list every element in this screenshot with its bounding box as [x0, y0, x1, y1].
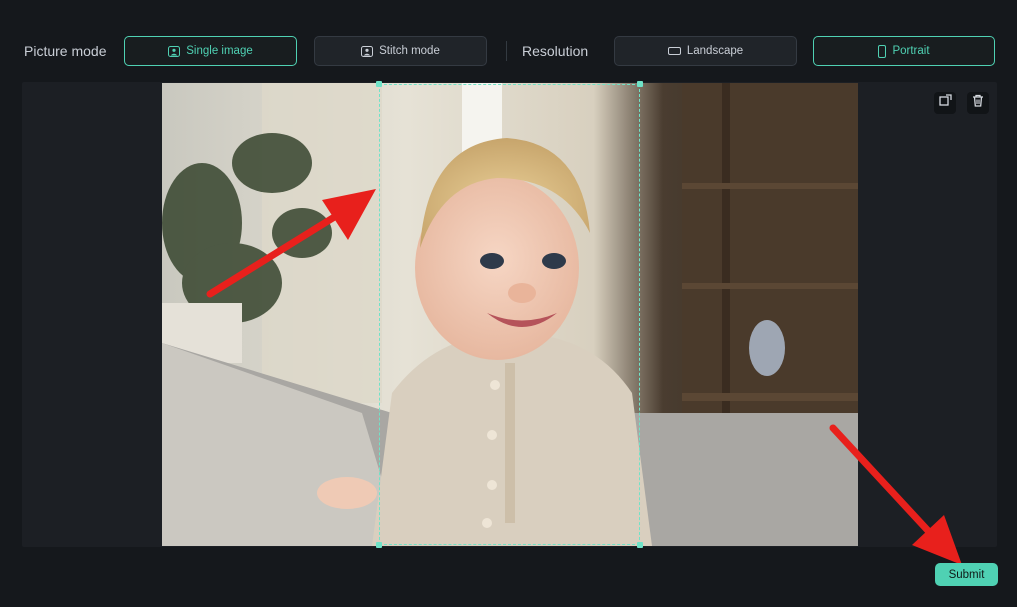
- delete-image-button[interactable]: [967, 92, 989, 114]
- replace-image-button[interactable]: [934, 92, 956, 114]
- trash-icon: [972, 94, 984, 112]
- toolbar-divider: [506, 41, 507, 61]
- crop-handle-top-right[interactable]: [637, 81, 643, 87]
- stitch-mode-label: Stitch mode: [379, 45, 440, 57]
- image-icon: [168, 45, 181, 57]
- single-image-label: Single image: [186, 45, 253, 57]
- submit-button[interactable]: Submit: [935, 563, 998, 586]
- crop-handle-bottom-left[interactable]: [376, 542, 382, 548]
- picture-mode-label: Picture mode: [24, 43, 107, 59]
- stitch-icon: [361, 45, 374, 57]
- landscape-button[interactable]: Landscape: [614, 36, 797, 66]
- single-image-button[interactable]: Single image: [124, 36, 297, 66]
- crop-selection-box[interactable]: [379, 84, 640, 545]
- landscape-label: Landscape: [686, 45, 744, 57]
- stitch-mode-button[interactable]: Stitch mode: [314, 36, 487, 66]
- crop-handle-top-left[interactable]: [376, 81, 382, 87]
- portrait-icon: [878, 44, 887, 58]
- crop-handle-bottom-right[interactable]: [637, 542, 643, 548]
- resolution-label: Resolution: [522, 43, 589, 59]
- replace-image-icon: [938, 94, 952, 112]
- portrait-label: Portrait: [892, 45, 930, 57]
- portrait-button[interactable]: Portrait: [813, 36, 995, 66]
- landscape-icon: [667, 47, 681, 55]
